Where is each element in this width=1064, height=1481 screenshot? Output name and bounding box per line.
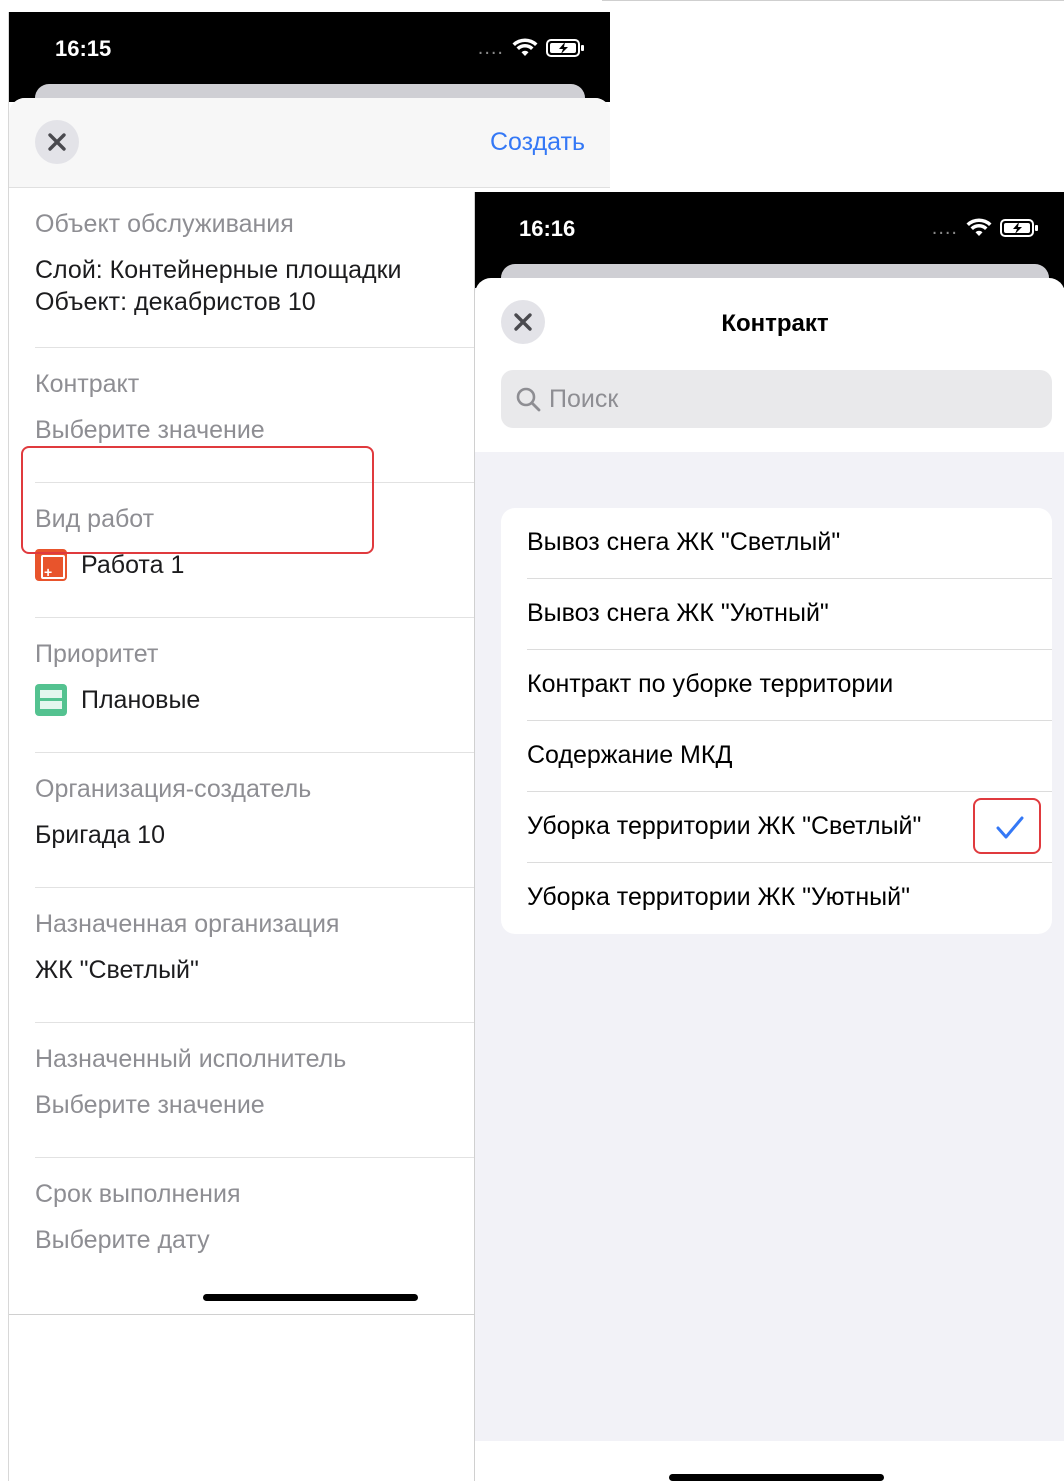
checkmark-highlight [973,798,1041,854]
battery-charging-icon [1000,219,1038,237]
field-label: Контракт [35,370,140,398]
list-item[interactable]: Вывоз снега ЖК "Светлый" [527,508,1052,579]
field-value-placeholder: Выберите значение [35,1091,265,1119]
home-indicator [203,1294,418,1301]
search-input[interactable] [549,384,1029,414]
field-value: Плановые [35,684,200,716]
search-icon [516,387,541,412]
list-item-label: Вывоз снега ЖК "Светлый" [527,528,841,556]
battery-charging-icon [546,39,584,57]
field-label: Приоритет [35,640,159,668]
field-label: Назначенный исполнитель [35,1045,347,1073]
screenshot-stage: 16:15 .... Создать Объект обслуживания С… [0,0,1064,1481]
field-creator-organization[interactable]: Организация-создатель Бригада 10 [35,753,475,888]
search-field[interactable] [501,370,1052,428]
top-divider [602,0,1064,1]
bottom-divider [9,1314,475,1315]
list-item[interactable]: Контракт по уборке территории [527,650,1052,721]
list-item[interactable]: Уборка территории ЖК "Уютный" [527,863,1052,934]
field-priority[interactable]: Приоритет Плановые [35,618,475,753]
create-button[interactable]: Создать [490,128,585,157]
field-value-text: Плановые [81,686,201,714]
wifi-icon [512,38,538,56]
field-label: Объект обслуживания [35,210,294,238]
list-item-label: Вывоз снега ЖК "Уютный" [527,599,829,627]
status-time: 16:16 [519,216,576,241]
picker-header: Контракт [475,278,1064,452]
wifi-icon [966,218,992,236]
value-line-layer: Слой: Контейнерные площадки [35,256,402,284]
close-icon [48,133,66,151]
field-value: ЖК "Светлый" [35,956,199,984]
sheet-header: Создать [9,98,610,188]
signal-icon: .... [477,37,504,59]
field-due-date[interactable]: Срок выполнения Выберите дату [35,1158,475,1293]
list-item-label: Содержание МКД [527,741,733,769]
list-item-label: Уборка территории ЖК "Светлый" [527,812,922,840]
field-value: Слой: Контейнерные площадки Объект: дека… [35,254,402,318]
contract-list: Вывоз снега ЖК "Светлый" Вывоз снега ЖК … [501,508,1052,934]
field-value-placeholder: Выберите значение [35,416,265,444]
field-label: Организация-создатель [35,775,312,803]
field-value: Бригада 10 [35,821,165,849]
field-label: Срок выполнения [35,1180,241,1208]
signal-icon: .... [931,217,958,239]
field-service-object[interactable]: Объект обслуживания Слой: Контейнерные п… [35,188,475,348]
value-line-object: Объект: декабристов 10 [35,288,316,316]
picker-title: Контракт [721,310,829,337]
list-item[interactable]: Содержание МКД [527,721,1052,792]
close-button[interactable] [35,120,79,164]
status-indicators: .... [932,218,1040,238]
phone-contract-picker: 16:16 .... Контракт Поиск Вывоз снега ЖК… [474,192,1064,1481]
status-time: 16:15 [55,36,112,61]
list-item[interactable]: Вывоз снега ЖК "Уютный" [527,579,1052,650]
field-label: Назначенная организация [35,910,340,938]
status-indicators: .... [478,38,586,58]
contract-field-highlight [21,446,374,554]
list-item-label: Уборка территории ЖК "Уютный" [527,883,910,911]
list-item-label: Контракт по уборке территории [527,670,894,698]
home-indicator [669,1474,884,1481]
field-assigned-executor[interactable]: Назначенный исполнитель Выберите значени… [35,1023,475,1158]
field-assigned-organization[interactable]: Назначенная организация ЖК "Светлый" [35,888,475,1023]
field-value-placeholder: Выберите дату [35,1226,210,1254]
priority-icon [35,684,67,716]
request-form: Объект обслуживания Слой: Контейнерные п… [9,188,475,1293]
